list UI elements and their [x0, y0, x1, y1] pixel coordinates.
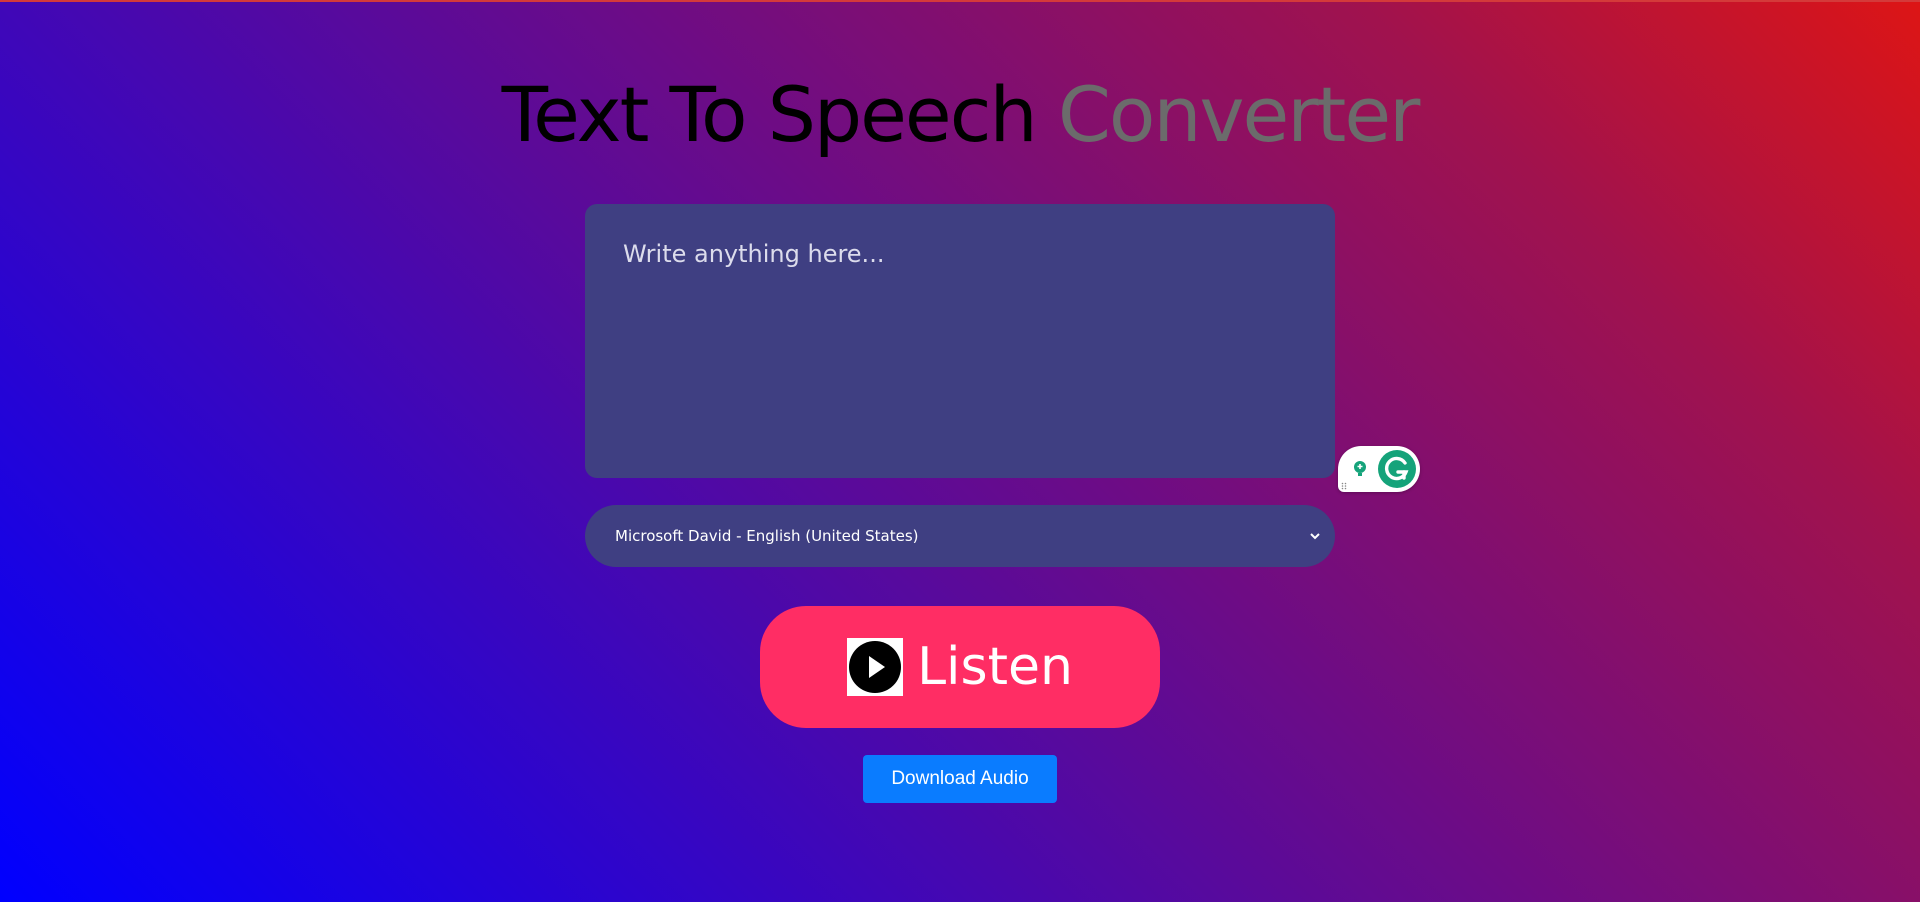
page-title: Text To Speech Converter: [0, 70, 1920, 160]
listen-button-label: Listen: [917, 637, 1073, 697]
top-border-line: [0, 0, 1920, 2]
drag-handle-icon[interactable]: [1341, 482, 1347, 490]
voice-select-value: Microsoft David - English (United States…: [615, 527, 919, 545]
chevron-down-icon: [1310, 533, 1320, 540]
grammarly-logo-icon[interactable]: [1378, 450, 1416, 488]
download-button-label: Download Audio: [891, 768, 1029, 789]
voice-select[interactable]: Microsoft David - English (United States…: [585, 505, 1335, 567]
play-icon: [849, 641, 902, 693]
download-audio-button[interactable]: Download Audio: [863, 755, 1057, 803]
title-text-to-speech: Text To Speech: [501, 70, 1038, 159]
lightbulb-icon[interactable]: [1352, 460, 1368, 478]
play-icon-box: [847, 638, 904, 696]
title-converter: Converter: [1057, 70, 1421, 159]
listen-button[interactable]: Listen: [760, 606, 1160, 728]
text-input[interactable]: [585, 204, 1335, 478]
grammarly-widget[interactable]: [1338, 446, 1420, 492]
